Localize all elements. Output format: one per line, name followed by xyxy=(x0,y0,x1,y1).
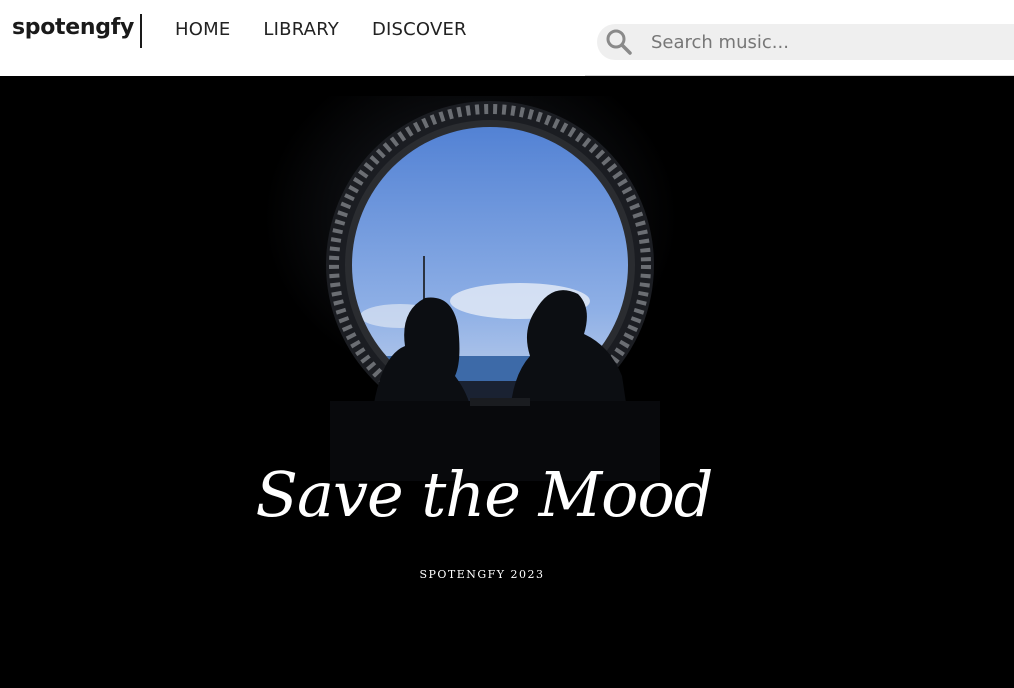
brand-divider xyxy=(140,14,142,48)
search-bar[interactable] xyxy=(597,24,1014,60)
brand-logo[interactable]: spotengfy xyxy=(12,15,134,40)
top-navbar: spotengfy HOME LIBRARY DISCOVER xyxy=(0,0,1014,76)
hero-subtitle: SPOTENGFY 2023 xyxy=(419,568,545,581)
nav-home-link[interactable]: HOME xyxy=(175,19,230,40)
nav-library-link[interactable]: LIBRARY xyxy=(263,19,339,40)
hero-banner[interactable]: Save the Mood SPOTENGFY 2023 xyxy=(0,76,1014,688)
hero-title: Save the Mood xyxy=(255,458,714,531)
nav-discover-link[interactable]: DISCOVER xyxy=(372,19,467,40)
search-icon[interactable] xyxy=(605,28,633,56)
search-input[interactable] xyxy=(651,30,1011,54)
main-nav: HOME LIBRARY DISCOVER xyxy=(175,19,467,40)
hero-image xyxy=(0,76,1014,688)
